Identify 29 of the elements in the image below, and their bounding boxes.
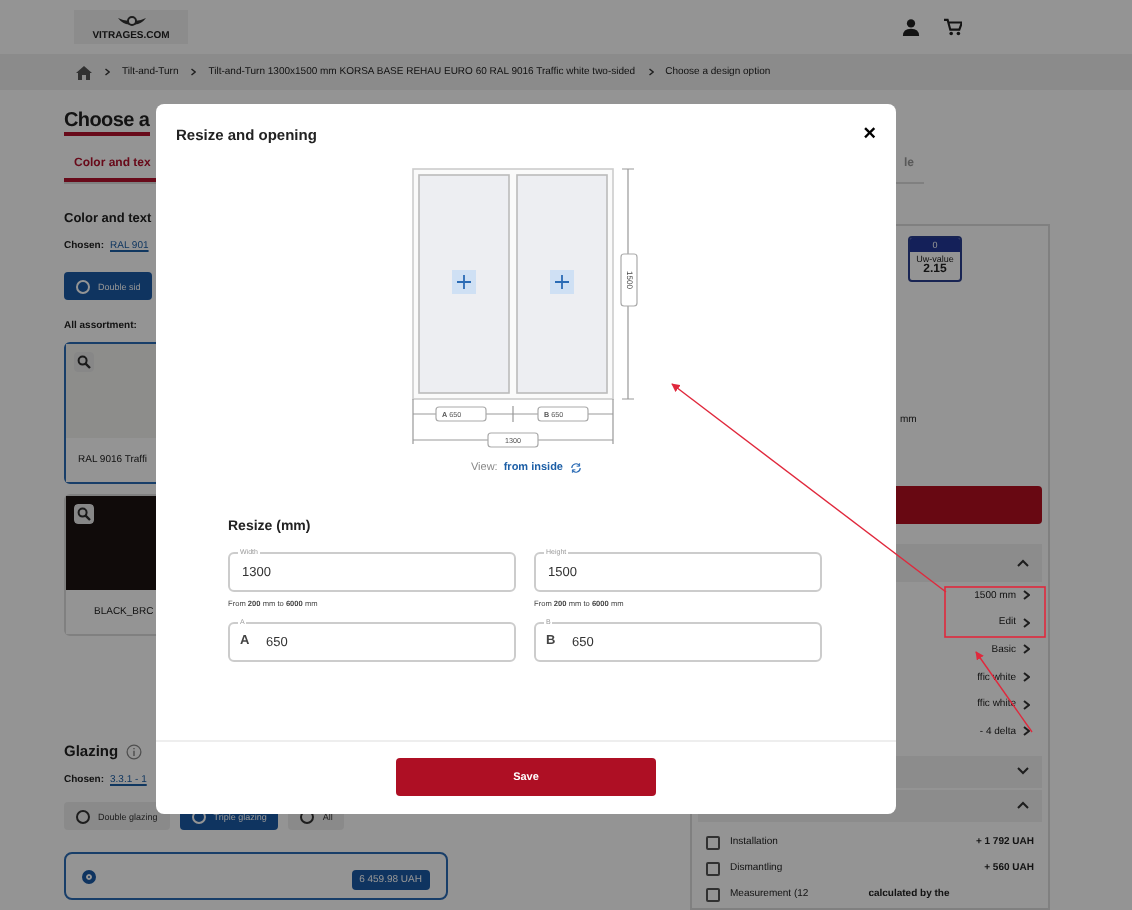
chevron-up-icon[interactable] [1016,800,1030,811]
chevron-right-icon [647,68,654,76]
highlight-rectangle [944,586,1046,638]
page-title: Choose a [64,110,150,136]
chevron-right-icon[interactable] [1022,590,1030,601]
annotation-arrow [975,651,1033,733]
zoom-icon[interactable] [74,352,94,372]
checkbox[interactable] [706,861,720,876]
home-icon[interactable] [76,65,92,79]
chevron-right-icon[interactable] [1022,726,1030,737]
radio-button[interactable] [82,870,96,884]
cart-icon[interactable] [944,18,962,36]
chevron-right-icon[interactable] [1022,672,1030,683]
info-icon[interactable] [126,743,143,759]
chevron-up-icon[interactable] [1016,558,1030,568]
chevron-right-icon[interactable] [1022,617,1030,628]
chevron-right-icon[interactable] [1022,699,1030,710]
user-icon[interactable] [902,18,920,36]
add-icon[interactable] [550,270,574,294]
chevron-down-icon[interactable] [1016,766,1030,777]
add-icon[interactable] [452,270,476,294]
chevron-right-icon[interactable] [1022,644,1030,655]
close-button[interactable]: × [863,124,876,146]
zoom-icon[interactable] [74,504,94,524]
checkbox[interactable] [706,835,720,850]
chevron-right-icon [104,68,110,76]
rotate-icon[interactable] [569,462,581,474]
chevron-right-icon [190,68,197,76]
checkbox[interactable] [706,887,720,902]
